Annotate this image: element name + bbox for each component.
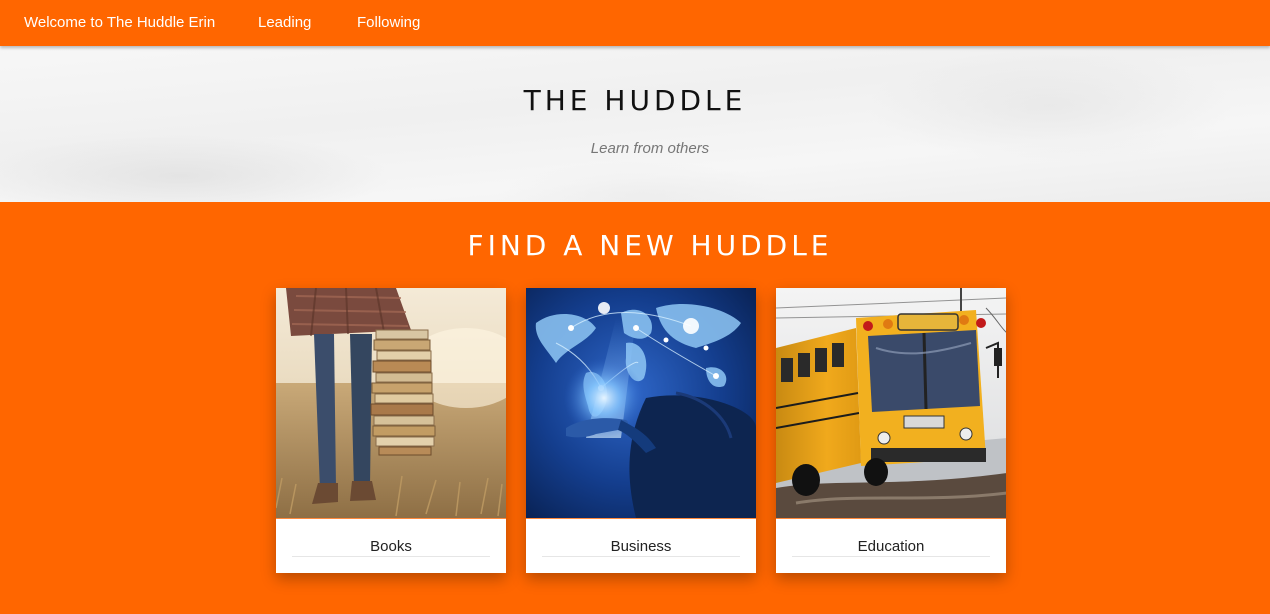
card-underline bbox=[542, 556, 740, 557]
top-navigation-bar: Welcome to The Huddle Erin Leading Follo… bbox=[0, 0, 1270, 46]
nav-welcome-link[interactable]: Welcome to The Huddle Erin bbox=[24, 14, 215, 32]
nav-leading-link[interactable]: Leading bbox=[258, 14, 311, 32]
find-huddle-heading: FIND A NEW HUDDLE bbox=[467, 229, 833, 262]
page-subtitle: Learn from others bbox=[590, 140, 710, 157]
hero-banner: THE HUDDLE Learn from others bbox=[0, 46, 1270, 202]
education-photo[interactable] bbox=[776, 288, 1006, 518]
huddle-card-label[interactable]: Education bbox=[776, 538, 1006, 555]
books-photo[interactable] bbox=[276, 288, 506, 518]
page-title: THE HUDDLE bbox=[523, 84, 747, 117]
card-divider bbox=[526, 518, 756, 519]
card-underline bbox=[792, 556, 990, 557]
huddle-card-label[interactable]: Business bbox=[526, 538, 756, 555]
nav-following-link[interactable]: Following bbox=[357, 14, 420, 32]
huddle-card-business[interactable]: Business bbox=[526, 288, 756, 573]
huddle-card-books[interactable]: Books bbox=[276, 288, 506, 573]
business-photo[interactable] bbox=[526, 288, 756, 518]
card-divider bbox=[276, 518, 506, 519]
huddle-card-education[interactable]: Education bbox=[776, 288, 1006, 573]
card-divider bbox=[776, 518, 1006, 519]
huddle-card-label[interactable]: Books bbox=[276, 538, 506, 555]
card-underline bbox=[292, 556, 490, 557]
